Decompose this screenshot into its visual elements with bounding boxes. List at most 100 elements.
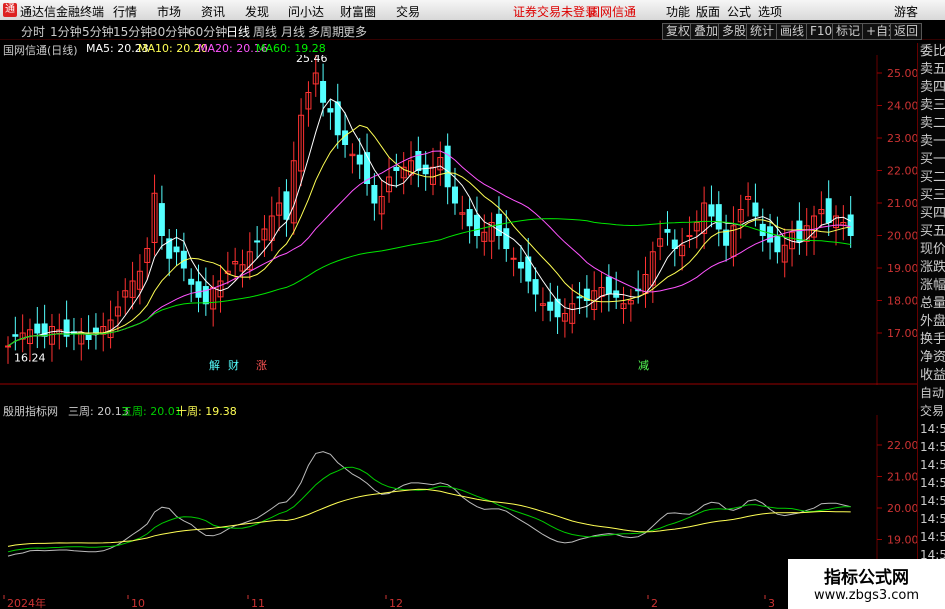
kline-chart[interactable]: 25.00 24.00 23.00 22.00 21.00 20.00 19.00 18.00… bbox=[0, 55, 917, 385]
side2-item[interactable]: 自动 bbox=[918, 384, 945, 402]
menu-gongshi[interactable]: 公式 bbox=[727, 3, 751, 20]
candle-body bbox=[796, 220, 803, 243]
period-daily[interactable]: 日线 bbox=[226, 23, 250, 40]
candle-body bbox=[283, 191, 290, 220]
candle-body bbox=[254, 240, 261, 243]
menu-banmian[interactable]: 版面 bbox=[696, 3, 720, 20]
mark-button[interactable]: 标记 bbox=[832, 23, 865, 40]
max-price-label: 25.46 bbox=[296, 55, 328, 65]
period-weekly[interactable]: 周线 bbox=[253, 23, 277, 40]
candle-body bbox=[422, 164, 429, 175]
ind-tick-label: 22.00 bbox=[887, 439, 917, 452]
side-item[interactable]: 卖五 bbox=[918, 61, 945, 79]
period-5min[interactable]: 5分钟 bbox=[82, 23, 114, 40]
period-monthly[interactable]: 月线 bbox=[281, 23, 305, 40]
price-tick-label: 24.00 bbox=[887, 100, 917, 113]
side-item[interactable]: 净资 bbox=[918, 349, 945, 367]
candle-body bbox=[517, 261, 524, 269]
side-item[interactable]: 现价 bbox=[918, 241, 945, 259]
back-button[interactable]: 返回 bbox=[890, 23, 923, 40]
period-30min[interactable]: 30分钟 bbox=[150, 23, 189, 40]
price-tick-label: 22.00 bbox=[887, 165, 917, 178]
side-item[interactable]: 外盘 bbox=[918, 313, 945, 331]
ind-tick-label: 21.00 bbox=[887, 471, 917, 484]
period-fenshi[interactable]: 分时 bbox=[21, 23, 45, 40]
candle-body bbox=[188, 278, 195, 285]
candle-body bbox=[759, 223, 766, 237]
candle-body bbox=[327, 108, 334, 113]
x-tick-label: 11 bbox=[251, 597, 265, 609]
app-logo-icon: 通 bbox=[3, 3, 17, 17]
candle-body bbox=[85, 334, 92, 340]
period-1min[interactable]: 1分钟 bbox=[50, 23, 82, 40]
menu-faxian[interactable]: 发现 bbox=[245, 3, 269, 20]
period-60min[interactable]: 60分钟 bbox=[188, 23, 227, 40]
side-item[interactable]: 卖一 bbox=[918, 133, 945, 151]
candle-body bbox=[686, 235, 693, 237]
event-marker: 解 bbox=[209, 358, 220, 372]
trade-status[interactable]: 证券交易未登录 bbox=[513, 3, 597, 20]
side2-item[interactable]: 14:56 bbox=[918, 492, 945, 510]
side-item[interactable]: 涨幅 bbox=[918, 277, 945, 295]
side-item[interactable]: 收益 bbox=[918, 367, 945, 385]
candle-body bbox=[715, 204, 722, 230]
candle-body bbox=[532, 279, 539, 295]
ind-tick-label: 19.00 bbox=[887, 534, 917, 547]
side-item[interactable]: 买二 bbox=[918, 169, 945, 187]
candle-body bbox=[547, 301, 554, 311]
ind-tick-label: 20.00 bbox=[887, 502, 917, 515]
period-more[interactable]: 更多 bbox=[343, 23, 367, 40]
candle-body bbox=[415, 150, 422, 171]
period-multi[interactable]: 多周期 bbox=[308, 23, 344, 40]
candle-body bbox=[92, 327, 99, 334]
side-item[interactable]: 总量 bbox=[918, 295, 945, 313]
side-item[interactable]: 卖四 bbox=[918, 79, 945, 97]
side-item[interactable]: 买一 bbox=[918, 151, 945, 169]
side2-item[interactable]: 14:56 bbox=[918, 456, 945, 474]
side-item[interactable]: 换手 bbox=[918, 331, 945, 349]
side-item[interactable]: 卖二 bbox=[918, 115, 945, 133]
candle-body bbox=[752, 202, 759, 217]
stock-name-top: 国网信通 bbox=[588, 5, 637, 19]
candle-body bbox=[202, 286, 209, 305]
menu-shichang[interactable]: 市场 bbox=[157, 3, 181, 20]
side-item[interactable]: 卖三 bbox=[918, 97, 945, 115]
menu-jiaoyi[interactable]: 交易 bbox=[396, 3, 420, 20]
x-tick-label: 12 bbox=[389, 597, 403, 609]
menu-bar: 通 通达信金融终端 行情 市场 资讯 发现 问小达 财富圈 交易 证券交易未登录… bbox=[0, 0, 945, 20]
menu-zixun[interactable]: 资讯 bbox=[201, 3, 225, 20]
side-item[interactable]: 买五 bbox=[918, 223, 945, 241]
candle-body bbox=[605, 276, 612, 295]
candle-body bbox=[334, 101, 341, 136]
menu-wenxiaoda[interactable]: 问小达 bbox=[288, 3, 324, 20]
x-tick-label: 10 bbox=[131, 597, 145, 609]
side2-item[interactable]: 交易 bbox=[918, 402, 945, 420]
x-tick-label: 2 bbox=[651, 597, 658, 609]
period-toolbar: 分时 1分钟 5分钟 15分钟 30分钟 60分钟 日线 周线 月线 多周期 更… bbox=[0, 21, 945, 40]
x-tick-label: 2024年 bbox=[7, 596, 46, 609]
side2-item[interactable]: 14:56 bbox=[918, 528, 945, 546]
watermark-title: 指标公式网 bbox=[824, 568, 909, 588]
period-15min[interactable]: 15分钟 bbox=[113, 23, 152, 40]
candle-body bbox=[774, 235, 781, 253]
user-label[interactable]: 游客 bbox=[894, 3, 918, 20]
side-item[interactable]: 委比 bbox=[918, 43, 945, 61]
side2-item[interactable]: 14:56 bbox=[918, 510, 945, 528]
menu-xuanxiang[interactable]: 选项 bbox=[758, 3, 782, 20]
draw-line-button[interactable]: 画线 bbox=[776, 23, 809, 40]
watermark-url: www.zbgs3.com bbox=[813, 588, 920, 603]
indicator-chart[interactable]: 22.0021.0020.0019.0018.00 bbox=[0, 415, 917, 595]
side-item[interactable]: 买三 bbox=[918, 187, 945, 205]
menu-hangqing[interactable]: 行情 bbox=[113, 3, 137, 20]
stats-button[interactable]: 统计 bbox=[746, 23, 779, 40]
side-item[interactable]: 买四 bbox=[918, 205, 945, 223]
candle-body bbox=[510, 257, 517, 260]
menu-gongneng[interactable]: 功能 bbox=[666, 3, 690, 20]
side2-item[interactable]: 14:56 bbox=[918, 438, 945, 456]
candle-body bbox=[723, 229, 730, 246]
menu-caifuquan[interactable]: 财富圈 bbox=[340, 3, 376, 20]
side-item[interactable]: 涨跌 bbox=[918, 259, 945, 277]
side2-item[interactable]: 14:56 bbox=[918, 420, 945, 438]
side2-item[interactable]: 14:56 bbox=[918, 474, 945, 492]
ind-line-1 bbox=[7, 466, 851, 553]
